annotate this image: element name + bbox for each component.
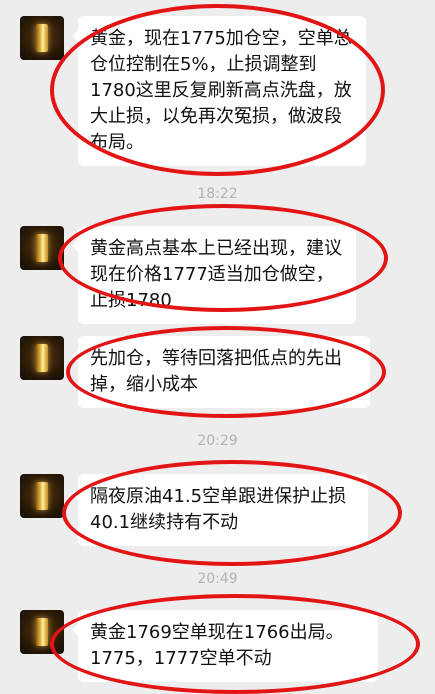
message-bubble: 黄金高点基本上已经出现，建议现在价格1777适当加仓做空，止损1780 (72, 226, 356, 324)
message-text: 黄金1769空单现在1766出局。1775，1777空单不动 (90, 622, 344, 669)
message-bubble: 先加仓，等待回落把低点的先出掉，缩小成本 (72, 336, 370, 408)
timestamp: 20:29 (197, 433, 238, 449)
gold-bar-avatar-icon[interactable] (20, 610, 64, 654)
message-bubble: 隔夜原油41.5空单跟进保护止损40.1继续持有不动 (72, 474, 368, 546)
message-text: 黄金高点基本上已经出现，建议现在价格1777适当加仓做空，止损1780 (90, 238, 342, 311)
message-text: 先加仓，等待回落把低点的先出掉，缩小成本 (90, 348, 342, 395)
message-bubble: 黄金1769空单现在1766出局。1775，1777空单不动 (72, 610, 378, 682)
message-text: 黄金，现在1775加仓空，空单总仓位控制在5%，止损调整到1780这里反复刷新高… (90, 28, 352, 153)
message-bubble: 黄金，现在1775加仓空，空单总仓位控制在5%，止损调整到1780这里反复刷新高… (72, 16, 366, 166)
timestamp: 20:49 (197, 571, 238, 587)
gold-bar-avatar-icon[interactable] (20, 336, 64, 380)
gold-bar-avatar-icon[interactable] (20, 16, 64, 60)
gold-bar-avatar-icon[interactable] (20, 226, 64, 270)
gold-bar-avatar-icon[interactable] (20, 474, 64, 518)
timestamp: 18:22 (197, 186, 238, 202)
message-text: 隔夜原油41.5空单跟进保护止损40.1继续持有不动 (90, 486, 347, 533)
